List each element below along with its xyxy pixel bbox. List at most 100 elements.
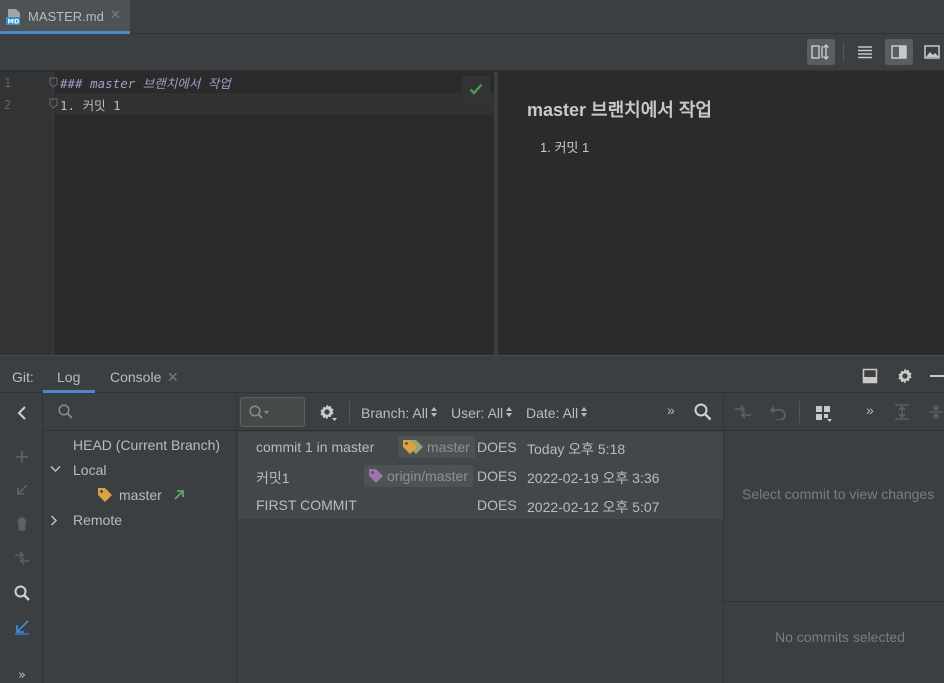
checkmark-icon [469, 83, 483, 95]
editor-tab-bar [0, 0, 944, 34]
editor-line-2[interactable]: 1. 커밋 1 [60, 95, 121, 114]
no-commits-selected-text: No commits selected [775, 629, 905, 645]
branch-tag-icon [402, 439, 424, 455]
editor-and-preview-sync-icon [811, 44, 831, 60]
fold-marker-icon[interactable] [49, 98, 58, 109]
select-commit-hint: Select commit to view changes [742, 486, 935, 502]
preview-only-icon [924, 45, 940, 59]
branch-item-master[interactable]: master [119, 487, 162, 503]
trash-icon [16, 517, 28, 531]
log-search-input[interactable] [240, 397, 305, 427]
commit-message: 커밋1 [256, 470, 290, 486]
update-arrow-icon [14, 619, 30, 635]
markdown-file-icon: MD [5, 8, 23, 26]
outgoing-arrow-icon [173, 489, 185, 501]
details-toolbar: » [724, 393, 944, 431]
editor-tab-label: MASTER.md [28, 9, 104, 24]
chevron-down-icon[interactable] [50, 465, 61, 473]
search-icon [14, 585, 30, 601]
split-view-button[interactable] [885, 39, 913, 65]
close-icon[interactable]: ✕ [110, 8, 121, 23]
commit-date: Today 오후 5:18 [527, 441, 626, 457]
sort-arrows-icon [430, 406, 438, 418]
branch-ref-label: master [427, 439, 470, 455]
editor-only-icon [857, 45, 873, 59]
update-selected-button[interactable] [12, 617, 32, 637]
commit-author: DOES [477, 468, 517, 484]
preview-list-item: 1. 커밋 1 [540, 140, 590, 155]
sort-arrows-icon [580, 406, 588, 418]
sort-arrows-icon [505, 406, 513, 418]
arrow-down-left-icon [15, 483, 29, 497]
line-number: 2 [4, 98, 12, 112]
current-line-highlight [55, 93, 496, 115]
chevron-right-icon[interactable] [50, 515, 58, 526]
branch-head-current[interactable]: HEAD (Current Branch) [73, 437, 220, 453]
branch-tag-icon [97, 487, 113, 503]
close-icon[interactable]: ✕ [167, 369, 179, 386]
cherry-pick-icon[interactable] [734, 404, 752, 420]
collapse-branches-button[interactable] [12, 403, 32, 423]
minimize-icon[interactable] [930, 375, 944, 377]
remote-tag-icon [368, 468, 384, 484]
branch-group-remote[interactable]: Remote [73, 512, 122, 528]
markdown-toolbar [0, 34, 944, 71]
new-branch-button[interactable] [12, 447, 32, 467]
branch-ref-badge: master [398, 436, 475, 458]
git-tool-window-header: Git: Log Console ✕ [0, 355, 944, 393]
date-filter[interactable]: Date: All [526, 405, 578, 421]
plus-icon [15, 450, 29, 464]
preview-only-button[interactable] [918, 39, 944, 65]
commit-message: FIRST COMMIT [256, 497, 357, 513]
checkout-button[interactable] [12, 480, 32, 500]
editor-line-1[interactable]: ### master 브랜치에서 작업 [60, 73, 231, 92]
git-action-strip: » [0, 393, 43, 683]
commit-message: commit 1 in master [256, 439, 375, 455]
user-filter[interactable]: User: All [451, 405, 503, 421]
gear-icon[interactable] [318, 403, 338, 423]
branch-ref-badge: origin/master [364, 465, 473, 487]
line-number-gutter: 1 2 [0, 72, 54, 355]
revert-icon[interactable] [769, 404, 787, 420]
group-by-icon[interactable] [815, 405, 833, 423]
toolbar-separator [843, 42, 844, 62]
expand-all-icon[interactable] [894, 404, 910, 420]
search-icon [249, 405, 271, 420]
search-icon[interactable] [694, 403, 712, 421]
commit-date: 2022-02-19 오후 3:36 [527, 470, 660, 486]
inspection-ok-indicator[interactable] [462, 76, 490, 102]
commit-date: 2022-02-12 오후 5:07 [527, 499, 660, 515]
compare-arrows-icon [14, 551, 30, 565]
more-actions-icon[interactable]: » [18, 668, 26, 683]
preview-heading: master 브랜치에서 작업 [527, 100, 712, 120]
details-divider [724, 601, 944, 602]
commit-author: DOES [477, 439, 517, 455]
branch-filter[interactable]: Branch: All [361, 405, 428, 421]
compare-branches-button[interactable] [12, 548, 32, 568]
fold-marker-icon[interactable] [49, 77, 58, 88]
split-view-icon [891, 45, 907, 59]
git-panel-label: Git: [12, 369, 34, 385]
tab-log[interactable]: Log [57, 369, 80, 385]
toolbar-separator [799, 401, 800, 423]
tab-console[interactable]: Console [110, 369, 161, 385]
branch-group-local[interactable]: Local [73, 462, 106, 478]
search-branches-button[interactable] [12, 583, 32, 603]
branches-search-field[interactable] [43, 393, 237, 431]
more-filters-icon[interactable]: » [667, 402, 675, 418]
svg-text:MD: MD [8, 18, 20, 26]
layout-icon[interactable] [862, 368, 878, 384]
editor-only-button[interactable] [851, 39, 879, 65]
branch-ref-label: origin/master [387, 468, 468, 484]
chevron-left-icon [16, 406, 28, 420]
toolbar-separator [349, 401, 350, 423]
collapse-all-icon[interactable] [928, 404, 944, 420]
editor-tab-master-md[interactable]: MD MASTER.md ✕ [0, 0, 130, 34]
delete-branch-button[interactable] [12, 514, 32, 534]
gear-icon[interactable] [896, 367, 914, 385]
search-icon [58, 404, 73, 419]
more-actions-icon[interactable]: » [866, 402, 874, 418]
line-number: 1 [4, 76, 12, 90]
sync-scroll-button[interactable] [807, 39, 835, 65]
commit-author: DOES [477, 497, 517, 513]
